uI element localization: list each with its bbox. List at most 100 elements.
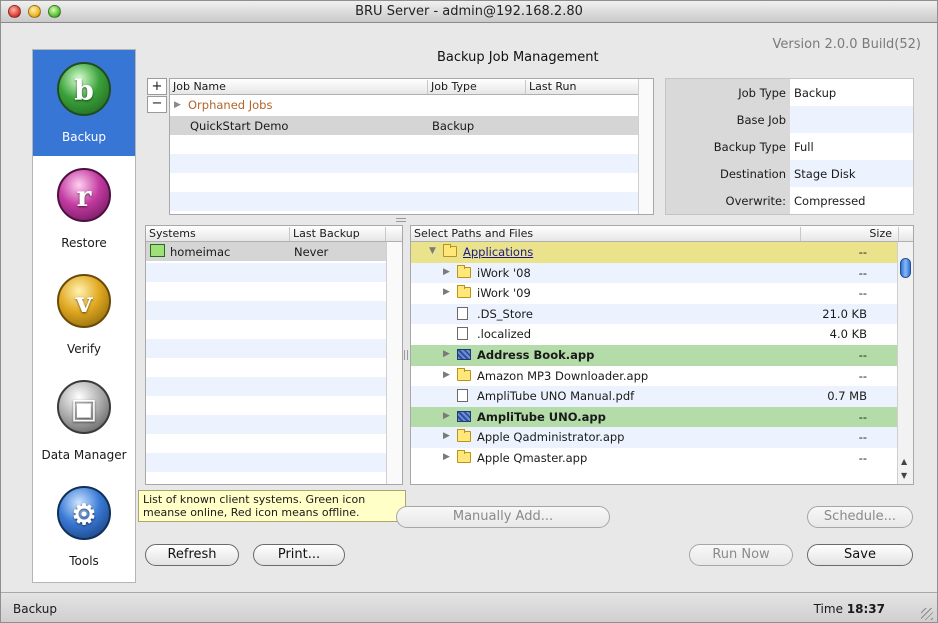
- property-label: Overwrite:: [725, 194, 786, 208]
- window-title: BRU Server - admin@192.168.2.80: [355, 4, 583, 19]
- save-button[interactable]: Save: [807, 544, 913, 566]
- path-row[interactable]: ▶ AmpliTube UNO.app --: [411, 406, 897, 428]
- print-button[interactable]: Print...: [253, 544, 345, 566]
- property-value: Compressed: [794, 194, 866, 208]
- add-job-button[interactable]: +: [147, 78, 167, 95]
- path-row[interactable]: ▶ Address Book.app --: [411, 345, 897, 366]
- path-row[interactable]: ▶ Apple Qmaster.app --: [411, 448, 897, 469]
- application-icon: [457, 349, 471, 360]
- column-job-name[interactable]: Job Name: [170, 80, 428, 94]
- title-bar[interactable]: BRU Server - admin@192.168.2.80: [1, 1, 937, 23]
- disclosure-collapsed-icon[interactable]: ▶: [443, 431, 450, 441]
- path-row[interactable]: ▶ Apple Qadministrator.app --: [411, 427, 897, 448]
- table-row[interactable]: QuickStart Demo Backup: [170, 116, 653, 135]
- property-label: Destination: [720, 167, 786, 181]
- property-value: Backup: [794, 86, 837, 100]
- disclosure-collapsed-icon[interactable]: ▶: [443, 349, 450, 359]
- paths-scrollbar[interactable]: ▲ ▼: [897, 242, 913, 484]
- path-row[interactable]: ▼ Applications --: [411, 242, 897, 263]
- folder-icon: [457, 285, 471, 299]
- resize-grip-icon[interactable]: [921, 608, 933, 620]
- schedule-button[interactable]: Schedule...: [807, 506, 913, 528]
- path-row[interactable]: AmpliTube UNO Manual.pdf 0.7 MB: [411, 386, 897, 407]
- backup-icon: b: [57, 62, 111, 116]
- refresh-button[interactable]: Refresh: [145, 544, 239, 566]
- manually-add-button[interactable]: Manually Add...: [396, 506, 610, 528]
- sidebar: b Backup r Restore v Verify ▣ Data Manag…: [32, 49, 136, 583]
- table-row: [146, 396, 402, 415]
- data-manager-icon: ▣: [57, 380, 111, 434]
- sidebar-item-tools[interactable]: ⚙ Tools: [33, 474, 135, 580]
- path-name: AmpliTube UNO Manual.pdf: [477, 389, 635, 404]
- sidebar-item-label: Verify: [66, 342, 102, 356]
- column-job-type[interactable]: Job Type: [428, 80, 526, 94]
- path-name: Apple Qmaster.app: [477, 451, 588, 465]
- disclosure-triangle-icon[interactable]: ▶: [174, 100, 181, 110]
- table-row[interactable]: homeimac Never: [146, 242, 402, 261]
- vertical-splitter[interactable]: [404, 350, 408, 360]
- systems-scrollbar[interactable]: [386, 242, 402, 484]
- disclosure-collapsed-icon[interactable]: ▶: [443, 267, 450, 277]
- scroll-up-icon[interactable]: ▲: [901, 457, 907, 466]
- path-size: --: [858, 451, 867, 465]
- scrollbar-thumb[interactable]: [900, 258, 911, 278]
- scroll-down-icon[interactable]: ▼: [901, 471, 907, 480]
- run-now-button[interactable]: Run Now: [689, 544, 793, 566]
- path-name: Apple Qadministrator.app: [477, 430, 625, 445]
- folder-icon: [457, 429, 471, 443]
- sidebar-item-label: Restore: [61, 236, 107, 250]
- table-row: [146, 301, 402, 320]
- property-label: Job Type: [738, 86, 786, 100]
- path-name: .localized: [477, 327, 532, 342]
- document-icon: [457, 327, 468, 341]
- verify-icon: v: [57, 274, 111, 328]
- table-row[interactable]: ▶ Orphaned Jobs: [170, 95, 653, 114]
- paths-table-header: Select Paths and Files Size: [411, 226, 913, 242]
- path-row[interactable]: ▶ iWork '08 --: [411, 262, 897, 284]
- column-last-backup[interactable]: Last Backup: [290, 227, 386, 241]
- document-icon: [457, 389, 468, 403]
- job-table-scrollbar[interactable]: [638, 79, 653, 214]
- path-name: .DS_Store: [477, 306, 533, 321]
- systems-table: Systems Last Backup homeimac Never: [145, 225, 403, 485]
- time-readout: Time 18:37: [814, 602, 885, 616]
- column-size[interactable]: Size: [801, 227, 899, 241]
- sidebar-item-backup[interactable]: b Backup: [33, 50, 135, 156]
- system-name-cell: homeimac: [170, 245, 231, 259]
- paths-table: Select Paths and Files Size ▼ Application…: [410, 225, 914, 485]
- path-row[interactable]: ▶ iWork '09 --: [411, 283, 897, 304]
- version-label: Version 2.0.0 Build(52): [772, 37, 921, 52]
- column-last-run[interactable]: Last Run: [526, 80, 640, 94]
- folder-icon: [457, 367, 471, 381]
- property-label: Backup Type: [713, 140, 786, 154]
- path-name: AmpliTube UNO.app: [477, 409, 606, 424]
- status-text: Backup: [13, 602, 57, 616]
- sidebar-item-verify[interactable]: v Verify: [33, 262, 135, 368]
- horizontal-splitter[interactable]: [396, 218, 406, 222]
- column-systems[interactable]: Systems: [146, 227, 290, 241]
- property-row: Overwrite: Compressed: [666, 187, 913, 214]
- document-icon: [457, 306, 468, 320]
- tooltip: List of known client systems. Green icon…: [138, 490, 406, 522]
- path-row[interactable]: ▶ Amazon MP3 Downloader.app --: [411, 366, 897, 387]
- disclosure-expanded-icon[interactable]: ▼: [429, 246, 436, 256]
- column-select-paths[interactable]: Select Paths and Files: [411, 227, 801, 241]
- disclosure-collapsed-icon[interactable]: ▶: [443, 370, 450, 380]
- path-size: --: [858, 368, 867, 383]
- remove-job-button[interactable]: −: [147, 96, 167, 113]
- property-row: Backup Type Full: [666, 133, 913, 160]
- path-row[interactable]: .localized 4.0 KB: [411, 324, 897, 345]
- path-name: Address Book.app: [477, 348, 595, 362]
- sidebar-item-data-manager[interactable]: ▣ Data Manager: [33, 368, 135, 474]
- disclosure-collapsed-icon[interactable]: ▶: [443, 452, 450, 462]
- disclosure-collapsed-icon[interactable]: ▶: [443, 411, 450, 421]
- property-value: Stage Disk: [794, 167, 856, 181]
- systems-table-header: Systems Last Backup: [146, 226, 402, 242]
- disclosure-collapsed-icon[interactable]: ▶: [443, 287, 450, 297]
- job-name-cell: QuickStart Demo: [190, 119, 289, 133]
- path-size: --: [858, 265, 867, 280]
- restore-icon: r: [57, 168, 111, 222]
- job-name-cell: Orphaned Jobs: [188, 98, 273, 112]
- sidebar-item-restore[interactable]: r Restore: [33, 156, 135, 262]
- path-row[interactable]: .DS_Store 21.0 KB: [411, 303, 897, 325]
